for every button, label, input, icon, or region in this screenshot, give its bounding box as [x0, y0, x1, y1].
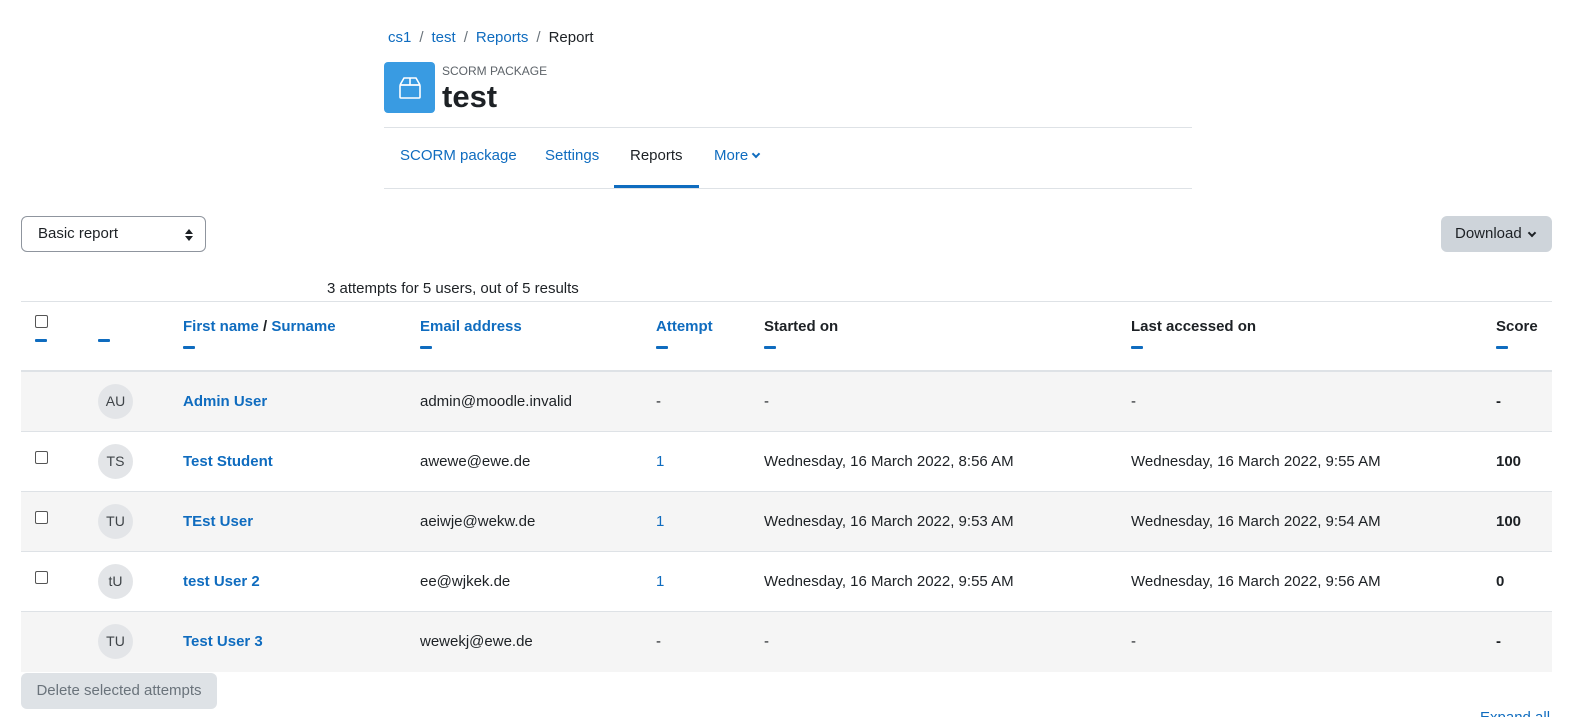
row-select-checkbox[interactable]	[35, 571, 48, 584]
chevron-down-icon	[1527, 228, 1537, 238]
chevron-down-icon	[751, 149, 761, 159]
email-cell: admin@moodle.invalid	[420, 393, 572, 410]
report-type-select[interactable]: Basic report	[21, 216, 206, 252]
page-title: test	[442, 79, 498, 114]
table-row: tU test User 2 ee@wjkek.de 1 Wednesday, …	[21, 552, 1552, 612]
score-header-label: Score	[1496, 318, 1538, 335]
attempts-table: First name / Surname Email address Attem…	[21, 301, 1552, 672]
email-cell: awewe@ewe.de	[420, 453, 531, 470]
user-name-link[interactable]: Admin User	[183, 393, 267, 411]
collapse-column-icon[interactable]	[420, 346, 432, 349]
avatar: TS	[98, 444, 133, 479]
collapse-column-icon[interactable]	[1131, 346, 1143, 349]
checkbox-column-collapse[interactable]	[35, 329, 47, 342]
report-type-value: Basic report	[38, 225, 119, 242]
avatar: TU	[98, 504, 133, 539]
started-cell: Wednesday, 16 March 2022, 8:56 AM	[764, 453, 1014, 470]
tab-scorm-package[interactable]: SCORM package	[384, 128, 533, 188]
sort-attempt-link[interactable]: Attempt	[656, 318, 713, 335]
score-cell: 100	[1496, 453, 1522, 470]
sort-first-name-link[interactable]: First name	[183, 318, 259, 335]
last-accessed-cell: Wednesday, 16 March 2022, 9:55 AM	[1131, 453, 1381, 470]
picture-column-collapse[interactable]	[98, 329, 110, 342]
select-all-checkbox[interactable]	[35, 315, 48, 328]
package-box-icon	[384, 62, 435, 113]
last-accessed-header-label: Last accessed on	[1131, 318, 1257, 335]
started-cell: Wednesday, 16 March 2022, 9:55 AM	[764, 573, 1014, 590]
breadcrumb-separator: /	[419, 29, 424, 46]
last-accessed-cell: -	[1131, 633, 1136, 650]
tab-label: Reports	[630, 147, 683, 164]
table-row: AU Admin User admin@moodle.invalid - - -…	[21, 372, 1552, 432]
collapse-column-icon[interactable]	[764, 346, 776, 349]
email-cell: aeiwje@wekw.de	[420, 513, 536, 530]
breadcrumb-item-reports[interactable]: Reports	[476, 29, 529, 47]
table-row: TU Test User 3 wewekj@ewe.de - - - -	[21, 612, 1552, 672]
started-column-header: Started on	[764, 318, 838, 349]
attempt-link[interactable]: 1	[656, 573, 664, 591]
download-button[interactable]: Download	[1441, 216, 1552, 252]
breadcrumb: cs1 / test / Reports / Report	[388, 29, 594, 47]
last-accessed-cell: Wednesday, 16 March 2022, 9:54 AM	[1131, 513, 1381, 530]
started-cell: Wednesday, 16 March 2022, 9:53 AM	[764, 513, 1014, 530]
email-column-header: Email address	[420, 318, 522, 349]
last-accessed-cell: Wednesday, 16 March 2022, 9:56 AM	[1131, 573, 1381, 590]
row-select-checkbox[interactable]	[35, 511, 48, 524]
name-column-header: First name / Surname	[183, 318, 336, 349]
collapse-column-icon[interactable]	[656, 346, 668, 349]
download-button-label: Download	[1455, 225, 1522, 242]
select-arrows-icon	[185, 229, 193, 241]
started-header-label: Started on	[764, 318, 839, 335]
tab-more[interactable]: More	[698, 128, 775, 188]
activity-type-label: SCORM PACKAGE	[442, 64, 548, 78]
score-column-header: Score	[1496, 318, 1538, 349]
sort-surname-link[interactable]: Surname	[271, 318, 335, 335]
attempt-link[interactable]: 1	[656, 513, 664, 531]
table-row: TS Test Student awewe@ewe.de 1 Wednesday…	[21, 432, 1552, 492]
tab-reports[interactable]: Reports	[614, 128, 699, 188]
email-cell: wewekj@ewe.de	[420, 633, 533, 650]
attempt-cell: -	[656, 393, 661, 410]
tab-label: SCORM package	[400, 147, 517, 164]
row-select-checkbox[interactable]	[35, 451, 48, 464]
table-header: First name / Surname Email address Attem…	[21, 301, 1552, 372]
tab-label: More	[714, 147, 749, 164]
name-separator: /	[258, 318, 272, 335]
last-accessed-cell: -	[1131, 393, 1136, 410]
collapse-column-icon[interactable]	[183, 346, 195, 349]
started-cell: -	[764, 393, 769, 410]
sort-email-link[interactable]: Email address	[420, 318, 522, 335]
breadcrumb-separator: /	[463, 29, 468, 46]
user-name-link[interactable]: Test Student	[183, 453, 273, 471]
expand-all-link[interactable]: Expand all	[1480, 709, 1550, 717]
attempt-link[interactable]: 1	[656, 453, 664, 471]
score-cell: -	[1496, 633, 1501, 650]
breadcrumb-current: Report	[548, 29, 594, 46]
tab-label: Settings	[545, 147, 600, 164]
breadcrumb-item-course[interactable]: cs1	[388, 29, 411, 47]
avatar: AU	[98, 384, 133, 419]
avatar: TU	[98, 624, 133, 659]
score-cell: 100	[1496, 513, 1522, 530]
score-cell: 0	[1496, 573, 1505, 590]
collapse-column-icon[interactable]	[1496, 346, 1508, 349]
last-accessed-column-header: Last accessed on	[1131, 318, 1256, 349]
attempt-cell: -	[656, 633, 661, 650]
attempts-summary: 3 attempts for 5 users, out of 5 results	[327, 280, 579, 297]
attempt-column-header: Attempt	[656, 318, 713, 349]
breadcrumb-item-activity[interactable]: test	[432, 29, 456, 47]
score-cell: -	[1496, 393, 1501, 410]
tab-settings[interactable]: Settings	[529, 128, 615, 188]
email-cell: ee@wjkek.de	[420, 573, 511, 590]
avatar: tU	[98, 564, 133, 599]
user-name-link[interactable]: TEst User	[183, 513, 253, 531]
delete-selected-attempts-button[interactable]: Delete selected attempts	[21, 673, 217, 709]
started-cell: -	[764, 633, 769, 650]
user-name-link[interactable]: Test User 3	[183, 633, 263, 651]
activity-header: SCORM PACKAGE test	[384, 62, 547, 114]
table-row: TU TEst User aeiwje@wekw.de 1 Wednesday,…	[21, 492, 1552, 552]
user-name-link[interactable]: test User 2	[183, 573, 260, 591]
breadcrumb-separator: /	[536, 29, 541, 46]
secondary-navigation: SCORM package Settings Reports More	[384, 127, 1192, 189]
